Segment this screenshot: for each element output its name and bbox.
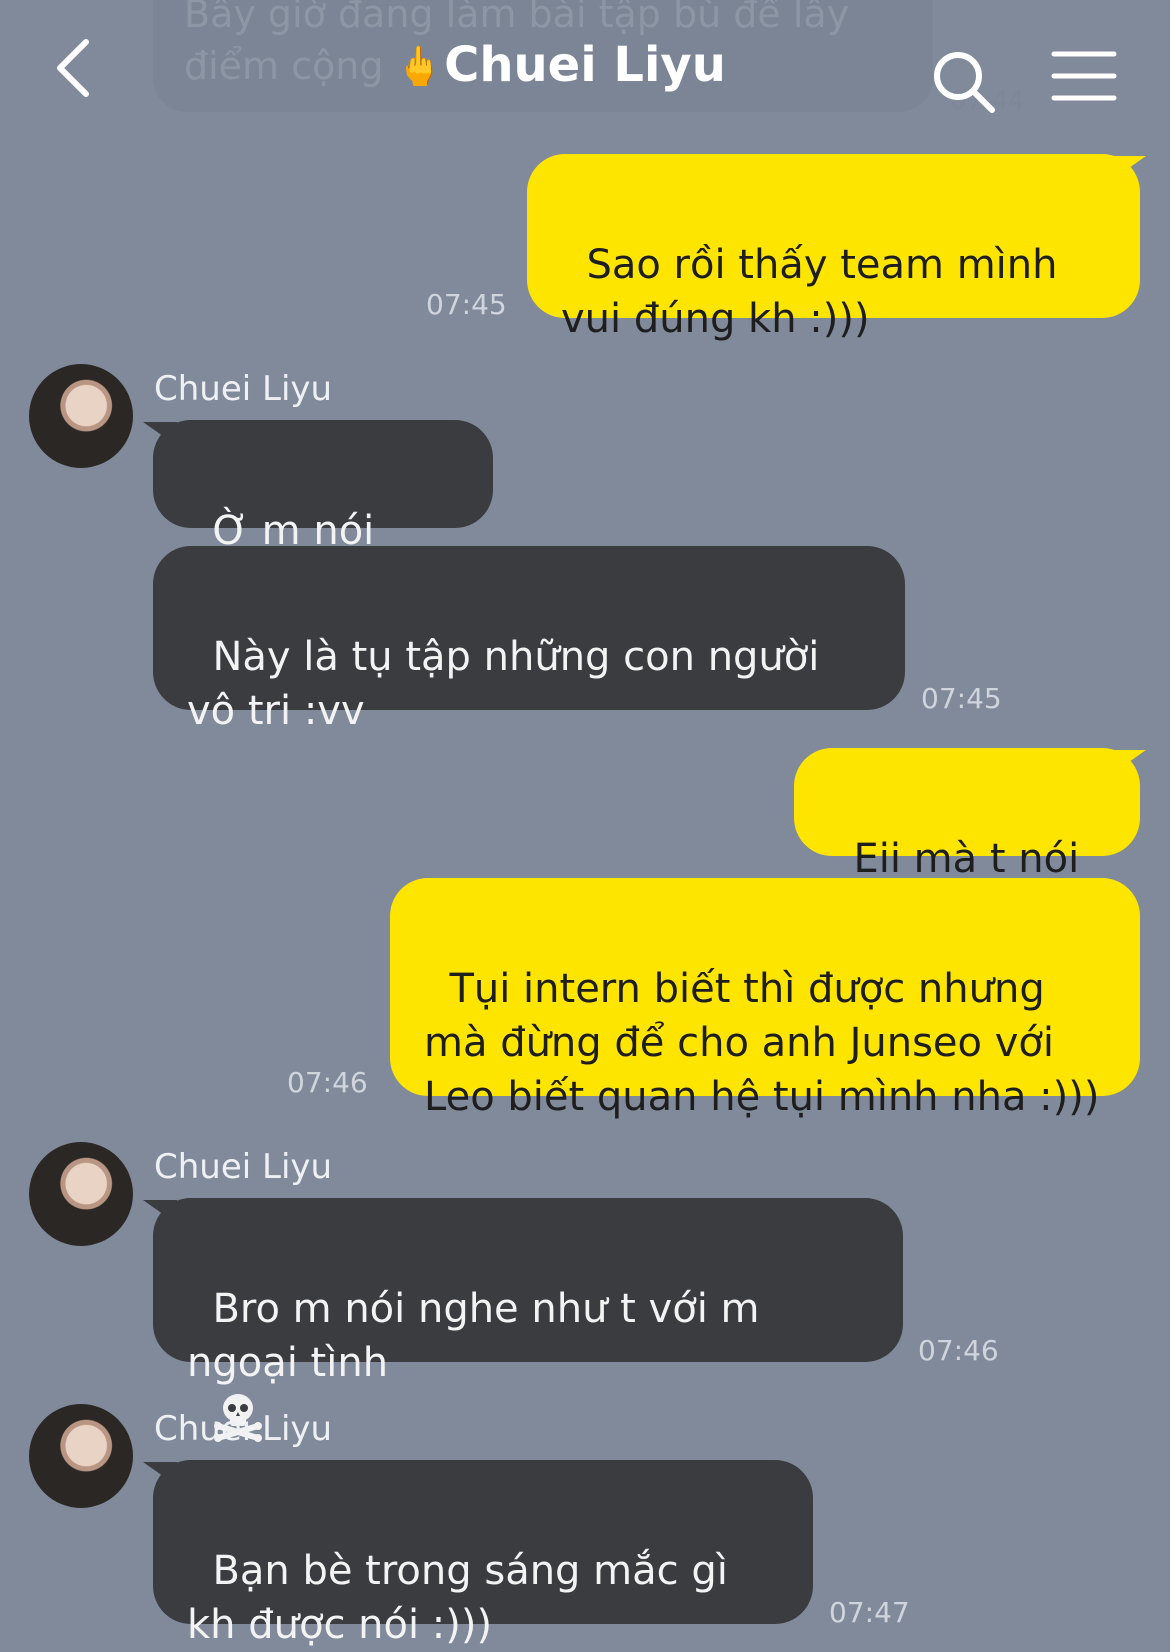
my-message-bubble[interactable]: Tụi intern biết thì được nhưng mà đừng đ… (390, 878, 1140, 1120)
my-message-bubble[interactable]: Eii mà t nói nè (794, 748, 1140, 936)
sender-name: Chuei Liyu (154, 1409, 333, 1449)
bubble-tail (143, 422, 177, 446)
search-icon (934, 52, 995, 113)
bubble-tail (1112, 156, 1146, 180)
their-message-bubble[interactable]: Này là tụ tập những con người vô tri :vv (153, 546, 905, 734)
sender-name: Chuei Liyu (154, 1147, 333, 1187)
message-text: Này là tụ tập những con người vô tri :vv (187, 634, 833, 734)
bubble-tail (143, 1200, 177, 1224)
menu-button[interactable] (1050, 46, 1120, 106)
bubble-tail (143, 1462, 177, 1486)
sender-name: Chuei Liyu (154, 369, 333, 409)
my-message-bubble[interactable]: Sao rồi thấy team mình vui đúng kh :))) (527, 154, 1140, 342)
their-message-bubble[interactable]: Ờ m nói đúng (153, 420, 493, 608)
their-message-bubble[interactable]: Bạn bè trong sáng mắc gì kh được nói :))… (153, 1460, 813, 1648)
their-message-bubble[interactable]: Bro m nói nghe như t với m ngoại tình (153, 1198, 903, 1442)
bubble-tail (1112, 750, 1146, 774)
chat-header: Chuei Liyu (0, 0, 1170, 140)
message-time: 07:47 (829, 1596, 910, 1629)
hamburger-menu-icon (1051, 51, 1117, 101)
avatar[interactable] (29, 364, 133, 468)
search-button[interactable] (930, 48, 1000, 118)
message-time: 07:45 (921, 682, 1002, 715)
message-time: 07:46 (287, 1066, 368, 1099)
avatar[interactable] (29, 1142, 133, 1246)
message-text: Sao rồi thấy team mình vui đúng kh :))) (561, 242, 1071, 342)
message-text: Tụi intern biết thì được nhưng mà đừng đ… (424, 966, 1100, 1120)
message-text: Bạn bè trong sáng mắc gì kh được nói :))… (187, 1548, 741, 1648)
avatar[interactable] (29, 1404, 133, 1508)
message-text: Bro m nói nghe như t với m ngoại tình (187, 1286, 773, 1386)
message-time: 07:46 (918, 1334, 999, 1367)
message-time: 07:45 (426, 288, 507, 321)
